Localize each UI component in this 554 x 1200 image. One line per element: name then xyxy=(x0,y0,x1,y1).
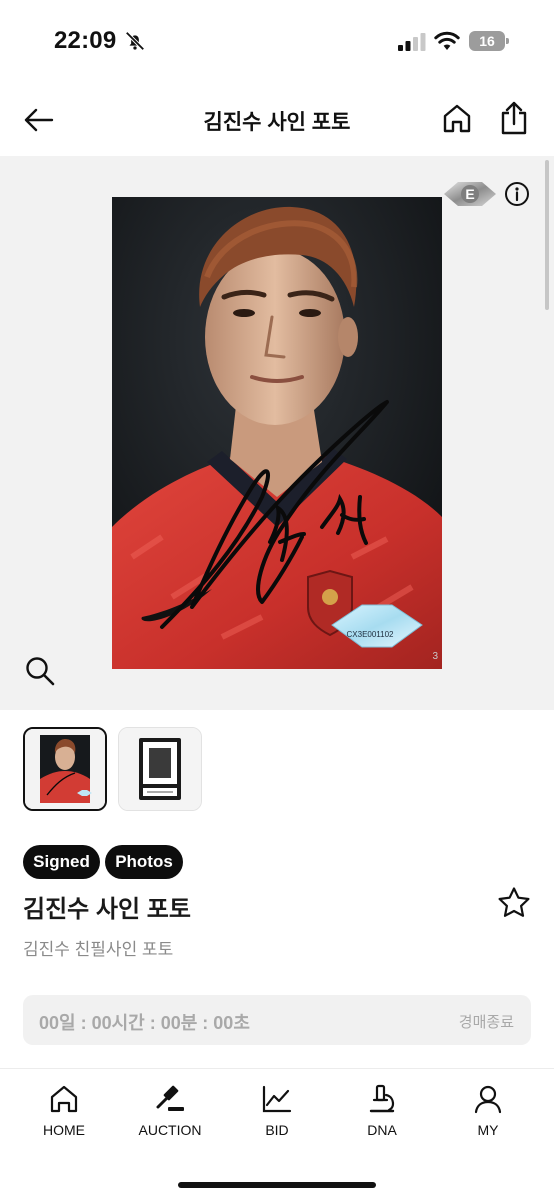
status-bar: 22:09 16 xyxy=(0,0,554,84)
tag-photos[interactable]: Photos xyxy=(105,845,183,879)
thumbnail-slab[interactable] xyxy=(118,727,202,811)
product-subtitle: 김진수 친필사인 포토 xyxy=(23,940,174,959)
thumbnail-photo-image xyxy=(25,729,105,809)
product-title: 김진수 사인 포토 xyxy=(23,896,191,923)
signed-photo-image: CX3E001102 3 xyxy=(112,197,442,669)
auction-status: 경매종료 xyxy=(458,1014,514,1031)
nav-bid[interactable]: BID xyxy=(232,1083,322,1143)
nav-auction[interactable]: AUCTION xyxy=(125,1083,215,1143)
battery-indicator: 16 xyxy=(469,31,509,51)
home-indicator[interactable] xyxy=(178,1182,376,1188)
countdown-time: 00일 : 00시간 : 00분 : 00초 xyxy=(39,1013,250,1033)
chart-icon xyxy=(262,1085,292,1113)
grade-badge-icon: E xyxy=(444,182,496,206)
info-icon[interactable] xyxy=(504,181,530,207)
scroll-indicator[interactable] xyxy=(545,160,549,310)
nav-my[interactable]: MY xyxy=(443,1083,533,1143)
app-header: 김진수 사인 포토 xyxy=(0,84,554,156)
battery-level: 16 xyxy=(469,31,505,51)
battery-tip xyxy=(506,38,509,44)
product-photo[interactable]: CX3E001102 3 xyxy=(112,197,442,669)
grade-badge-letter: E xyxy=(465,186,474,202)
user-icon xyxy=(474,1085,502,1114)
home-icon xyxy=(50,1085,78,1113)
status-time: 22:09 xyxy=(54,27,117,54)
nav-dna-label: DNA xyxy=(367,1122,397,1138)
thumbnail-photo[interactable] xyxy=(23,727,107,811)
edge-mark: 3 xyxy=(432,651,438,662)
star-icon[interactable] xyxy=(496,885,532,921)
thumbnail-slab-image xyxy=(119,728,201,810)
home-icon[interactable] xyxy=(440,102,474,136)
share-icon[interactable] xyxy=(497,100,531,136)
wifi-icon xyxy=(434,31,460,50)
cert-number: CX3E001102 xyxy=(347,630,395,639)
bell-off-icon xyxy=(125,31,145,51)
nav-my-label: MY xyxy=(477,1122,499,1138)
signal-icon xyxy=(398,33,426,51)
gavel-icon xyxy=(156,1085,184,1111)
nav-home[interactable]: HOME xyxy=(19,1083,109,1143)
tag-signed[interactable]: Signed xyxy=(23,845,100,879)
microscope-icon xyxy=(369,1084,395,1113)
bottom-nav: HOME AUCTION BID DNA MY xyxy=(0,1068,554,1200)
nav-dna[interactable]: DNA xyxy=(337,1083,427,1143)
nav-bid-label: BID xyxy=(265,1122,289,1138)
nav-home-label: HOME xyxy=(43,1122,85,1138)
nav-auction-label: AUCTION xyxy=(138,1122,202,1138)
auction-countdown: 00일 : 00시간 : 00분 : 00초 경매종료 xyxy=(23,995,531,1045)
zoom-search-icon[interactable] xyxy=(24,655,56,687)
